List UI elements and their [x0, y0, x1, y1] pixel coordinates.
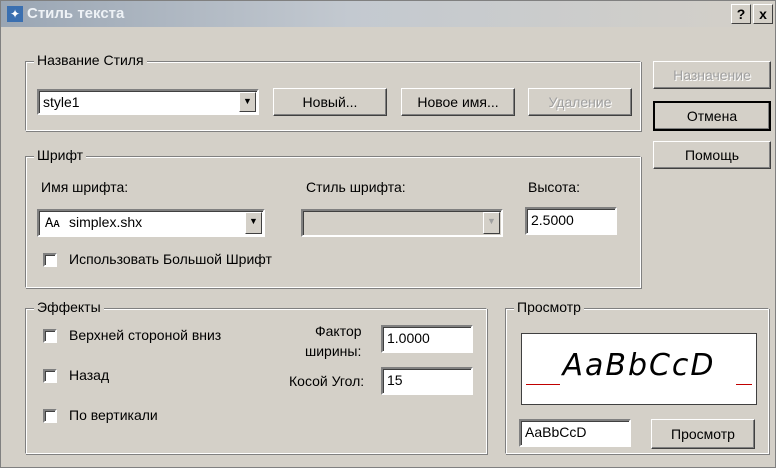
vertical-label: По вертикали: [69, 407, 158, 423]
preview-baseline-left: [526, 384, 560, 385]
style-name-group-label: Название Стиля: [34, 52, 147, 68]
new-style-button[interactable]: Новый...: [273, 88, 387, 116]
backwards-checkbox[interactable]: [43, 369, 57, 383]
font-name-label: Имя шрифта:: [41, 179, 129, 195]
help-title-button[interactable]: ?: [731, 4, 751, 24]
preview-box: AaBbCcD: [521, 333, 757, 405]
help-button[interactable]: Помощь: [653, 141, 771, 169]
title-bar[interactable]: ✦ Стиль текста ? x: [1, 1, 775, 27]
oblique-angle-label: Косой Угол:: [289, 373, 365, 389]
preview-button[interactable]: Просмотр: [651, 419, 755, 449]
oblique-angle-input[interactable]: 15: [381, 367, 473, 395]
rename-style-button[interactable]: Новое имя...: [401, 88, 515, 116]
preview-text-input[interactable]: AaBbCcD: [519, 419, 631, 447]
chevron-down-icon[interactable]: ▼: [239, 92, 256, 112]
style-name-value: style1: [43, 94, 80, 110]
preview-baseline-right: [736, 384, 752, 385]
upside-down-checkbox[interactable]: [43, 329, 57, 343]
cancel-button[interactable]: Отмена: [653, 101, 771, 131]
width-factor-input[interactable]: 1.0000: [381, 325, 473, 353]
height-input[interactable]: 2.5000: [525, 207, 617, 235]
height-value: 2.5000: [531, 212, 574, 228]
oblique-angle-value: 15: [387, 372, 403, 388]
style-name-select[interactable]: style1 ▼: [37, 89, 259, 115]
font-style-label: Стиль шрифта:: [306, 179, 406, 195]
width-factor-label-line1: Фактор: [315, 323, 362, 339]
preview-group-label: Просмотр: [514, 299, 584, 315]
bigfont-checkbox[interactable]: [43, 253, 57, 267]
chevron-down-icon[interactable]: ▼: [483, 212, 500, 234]
window-title: Стиль текста: [27, 5, 125, 22]
backwards-label: Назад: [69, 367, 110, 383]
vertical-checkbox[interactable]: [43, 409, 57, 423]
width-factor-value: 1.0000: [387, 330, 430, 346]
preview-text-value: AaBbCcD: [525, 424, 587, 440]
upside-down-label: Верхней стороной вниз: [69, 327, 222, 343]
apply-button[interactable]: Назначение: [653, 61, 771, 89]
app-icon: ✦: [7, 6, 23, 22]
bigfont-label: Использовать Большой Шрифт: [69, 251, 272, 267]
effects-group-label: Эффекты: [34, 299, 104, 315]
width-factor-label-line2: ширины:: [305, 343, 362, 359]
font-name-value: simplex.shx: [69, 214, 143, 230]
text-style-dialog: ✦ Стиль текста ? x Название Стиля style1…: [0, 0, 776, 468]
font-file-icon: 🗛: [45, 215, 60, 230]
preview-sample-text: AaBbCcD: [562, 348, 716, 383]
font-name-select[interactable]: 🗛 simplex.shx ▼: [37, 209, 265, 237]
height-label: Высота:: [528, 179, 580, 195]
delete-style-button[interactable]: Удаление: [528, 88, 632, 116]
close-button[interactable]: x: [753, 4, 773, 24]
chevron-down-icon[interactable]: ▼: [245, 212, 262, 234]
font-style-select[interactable]: ▼: [301, 209, 503, 237]
font-group-label: Шрифт: [34, 147, 87, 163]
